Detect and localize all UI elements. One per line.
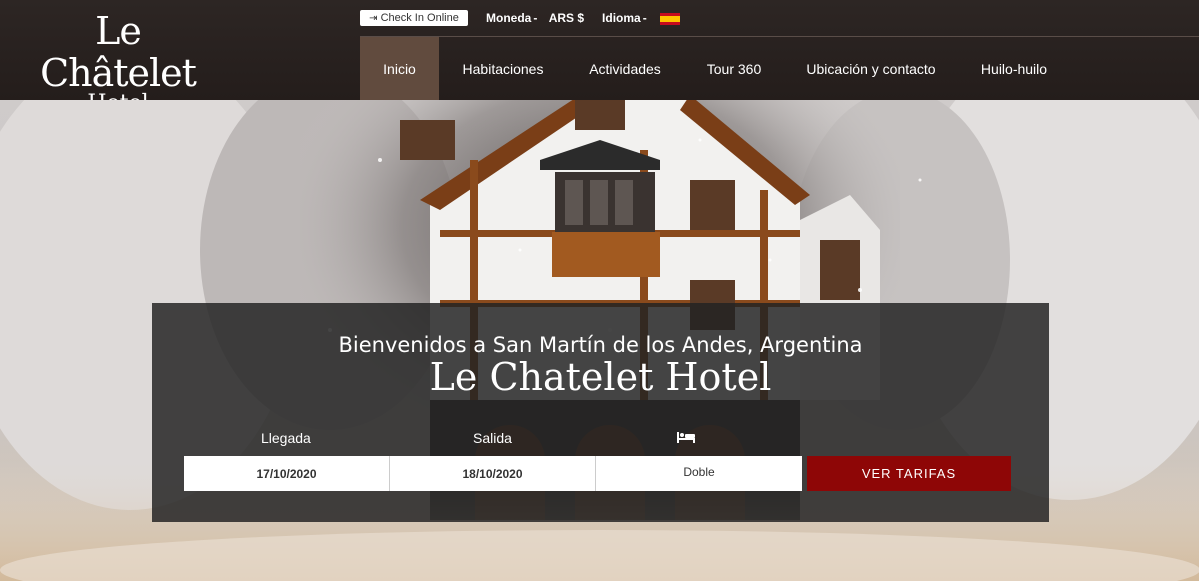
llegada-label: Llegada bbox=[261, 430, 311, 446]
spain-flag-icon bbox=[660, 12, 681, 25]
logo-line1: Le Châtelet bbox=[40, 9, 197, 95]
arrival-date-input[interactable]: 17/10/2020 bbox=[184, 456, 390, 491]
site-header: Le Châtelet Hotel ⇥ Check In Online Mone… bbox=[0, 0, 1199, 116]
currency-value: ARS $ bbox=[548, 11, 585, 25]
departure-date-input[interactable]: 18/10/2020 bbox=[390, 456, 596, 491]
check-in-online-button[interactable]: ⇥ Check In Online bbox=[360, 10, 468, 26]
language-label: Idioma bbox=[602, 11, 641, 25]
sign-in-icon: ⇥ bbox=[369, 12, 378, 24]
nav-item-actividades[interactable]: Actividades bbox=[567, 37, 683, 100]
currency-label: Moneda bbox=[486, 11, 532, 25]
room-type-select[interactable]: Doble bbox=[596, 456, 802, 491]
hotel-title: Le Chatelet Hotel bbox=[429, 355, 772, 399]
nav-item-huilo-huilo[interactable]: Huilo-huilo bbox=[957, 37, 1071, 100]
nav-item-ubicacion-contacto[interactable]: Ubicación y contacto bbox=[785, 37, 957, 100]
welcome-text: Bienvenidos a San Martín de los Andes, A… bbox=[338, 333, 863, 357]
nav-item-tour-360[interactable]: Tour 360 bbox=[683, 37, 785, 100]
ver-tarifas-button[interactable]: VER TARIFAS bbox=[807, 456, 1011, 491]
currency-selector[interactable]: Moneda - ARS $ bbox=[486, 11, 584, 25]
main-nav: Inicio Habitaciones Actividades Tour 360… bbox=[360, 37, 1071, 100]
bed-icon bbox=[677, 432, 695, 443]
booking-panel: Bienvenidos a San Martín de los Andes, A… bbox=[152, 303, 1049, 522]
check-in-label: Check In Online bbox=[380, 12, 459, 24]
salida-label: Salida bbox=[473, 430, 512, 446]
language-selector[interactable]: Idioma - bbox=[602, 11, 681, 25]
top-bar: ⇥ Check In Online Moneda - ARS $ Idioma - bbox=[360, 8, 681, 28]
nav-item-habitaciones[interactable]: Habitaciones bbox=[439, 37, 567, 100]
nav-item-inicio[interactable]: Inicio bbox=[360, 37, 439, 100]
